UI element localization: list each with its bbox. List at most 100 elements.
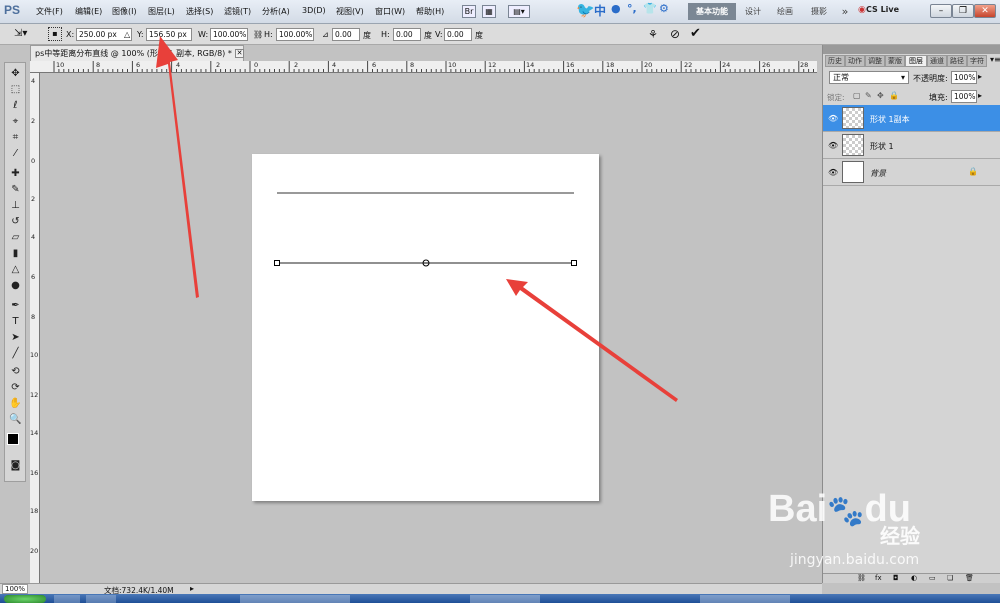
taskbar-item[interactable] [700, 595, 790, 603]
trash-icon[interactable]: 🗑 [965, 574, 974, 582]
taskbar-item[interactable] [240, 595, 350, 603]
opacity-dropdown-icon[interactable]: ▸ [978, 72, 982, 81]
menu-image[interactable]: 图像(I) [112, 6, 137, 17]
workspace-basic[interactable]: 基本功能 [688, 3, 736, 20]
ime-settings-icon[interactable]: ⚙ [659, 2, 669, 20]
bridge-icon[interactable]: Br [462, 5, 476, 18]
new-group-icon[interactable]: ▭ [929, 574, 936, 582]
workspace-photography[interactable]: 摄影 [806, 3, 832, 20]
layer-row-shape1[interactable]: 👁 形状 1 [823, 132, 1000, 159]
lock-transparent-icon[interactable]: ▢ [853, 91, 861, 100]
eraser-tool-icon[interactable]: ▱ [7, 231, 24, 245]
stamp-tool-icon[interactable]: ⊥ [7, 199, 24, 213]
taskbar-item[interactable] [86, 595, 116, 603]
line-tool-icon[interactable]: ╱ [7, 347, 24, 361]
eye-icon[interactable]: 👁 [828, 168, 838, 177]
lock-all-icon[interactable]: 🔒 [889, 91, 899, 100]
relative-position-icon[interactable]: △ [124, 30, 130, 39]
3d-orbit-icon[interactable]: ⟳ [7, 381, 24, 395]
path-select-icon[interactable]: ➤ [7, 331, 24, 345]
menu-analysis[interactable]: 分析(A) [262, 6, 290, 17]
ime-lang[interactable]: 中 [594, 2, 606, 20]
close-tab-icon[interactable]: ✕ [235, 49, 244, 58]
ime-dot-icon[interactable]: ● [611, 2, 621, 20]
quick-select-icon[interactable]: ⌖ [7, 115, 24, 129]
history-brush-icon[interactable]: ↺ [7, 215, 24, 229]
document-canvas[interactable] [252, 154, 599, 501]
opacity-field[interactable]: 100% [951, 71, 977, 84]
workspace-design[interactable]: 设计 [740, 3, 766, 20]
minibridge-icon[interactable]: ▦ [482, 5, 496, 18]
document-tab[interactable]: ps中等距离分布直线 @ 100% (形状 1 副本, RGB/8) * [30, 45, 244, 61]
pen-tool-icon[interactable]: ✒ [7, 299, 24, 313]
y-field[interactable]: 156.50 px [146, 28, 192, 41]
tab-paths[interactable]: 路径 [947, 55, 967, 67]
cancel-transform-icon[interactable]: ⊘ [670, 27, 680, 41]
commit-transform-icon[interactable]: ✔ [690, 26, 701, 41]
move-tool-preset-icon[interactable]: ⇲▾ [14, 28, 27, 39]
add-mask-icon[interactable]: ◘ [893, 574, 899, 582]
new-layer-icon[interactable]: ❏ [947, 574, 953, 582]
tab-history[interactable]: 历史 [825, 55, 845, 67]
lock-position-icon[interactable]: ✥ [877, 91, 884, 100]
dodge-tool-icon[interactable]: ● [7, 279, 24, 293]
workspace-painting[interactable]: 绘画 [772, 3, 798, 20]
taskbar-item[interactable] [470, 595, 540, 603]
w-field[interactable]: 100.00% [210, 28, 248, 41]
blur-tool-icon[interactable]: △ [7, 263, 24, 277]
menu-layer[interactable]: 图层(L) [148, 6, 175, 17]
fill-dropdown-icon[interactable]: ▸ [978, 91, 982, 100]
angle-field[interactable]: 0.00 [332, 28, 360, 41]
tab-masks[interactable]: 蒙版 [885, 55, 905, 67]
workspace-more[interactable]: » [838, 3, 852, 20]
menu-edit[interactable]: 编辑(E) [75, 6, 102, 17]
zoom-field[interactable]: 100% [2, 584, 28, 594]
menu-window[interactable]: 窗口(W) [375, 6, 405, 17]
taskbar-item[interactable] [54, 595, 80, 603]
quick-mask-icon[interactable]: ◙ [7, 459, 24, 473]
fill-field[interactable]: 100% [951, 90, 977, 103]
zoom-tool-icon[interactable]: 🔍 [7, 413, 24, 427]
h-skew-field[interactable]: 0.00 [393, 28, 421, 41]
link-icon[interactable]: ⛓ [253, 30, 263, 39]
lock-image-icon[interactable]: ✎ [865, 91, 872, 100]
menu-file[interactable]: 文件(F) [36, 6, 63, 17]
arrange-documents-icon[interactable]: ▤▾ [508, 5, 530, 18]
menu-filter[interactable]: 滤镜(T) [224, 6, 251, 17]
tab-actions[interactable]: 动作 [845, 55, 865, 67]
ime-punct-icon[interactable]: °, [627, 2, 637, 20]
menu-3d[interactable]: 3D(D) [302, 6, 326, 15]
eye-icon[interactable]: 👁 [828, 114, 838, 123]
eyedropper-icon[interactable]: ⁄ [7, 147, 24, 161]
warp-mode-icon[interactable]: ⚘ [648, 28, 658, 41]
adjustment-layer-icon[interactable]: ◐ [911, 574, 917, 582]
marquee-tool-icon[interactable]: ⬚ [7, 83, 24, 97]
panel-menu-icon[interactable]: ▾≡ [990, 55, 1000, 64]
start-button[interactable] [4, 595, 46, 603]
v-skew-field[interactable]: 0.00 [444, 28, 472, 41]
layer-row-shape1-copy[interactable]: 👁 形状 1副本 [823, 105, 1000, 132]
type-tool-icon[interactable]: T [7, 315, 24, 329]
layer-row-background[interactable]: 👁 背景 🔒 [823, 159, 1000, 186]
close-button[interactable]: ✕ [974, 4, 996, 18]
brush-tool-icon[interactable]: ✎ [7, 183, 24, 197]
tab-adjustments[interactable]: 调整 [865, 55, 885, 67]
tab-channels[interactable]: 通道 [927, 55, 947, 67]
fx-icon[interactable]: fx [875, 574, 882, 582]
gradient-tool-icon[interactable]: ▮ [7, 247, 24, 261]
reference-point-icon[interactable]: ▪ [48, 27, 62, 41]
hand-tool-icon[interactable]: ✋ [7, 397, 24, 411]
crop-tool-icon[interactable]: ⌗ [7, 131, 24, 145]
tab-character[interactable]: 字符 [967, 55, 987, 67]
tab-layers[interactable]: 图层 [905, 55, 927, 67]
panel-titlebar[interactable] [823, 45, 1000, 54]
blend-mode-select[interactable]: 正常 ▾ [829, 71, 909, 84]
eye-icon[interactable]: 👁 [828, 141, 838, 150]
minimize-button[interactable]: – [930, 4, 952, 18]
status-menu-icon[interactable]: ▸ [190, 584, 194, 593]
foreground-color-swatch[interactable] [7, 433, 19, 445]
lasso-tool-icon[interactable]: ℓ [7, 99, 24, 113]
cs-live-button[interactable]: CS Live [866, 5, 899, 14]
move-tool-icon[interactable]: ✥ [7, 67, 24, 81]
menu-help[interactable]: 帮助(H) [416, 6, 444, 17]
